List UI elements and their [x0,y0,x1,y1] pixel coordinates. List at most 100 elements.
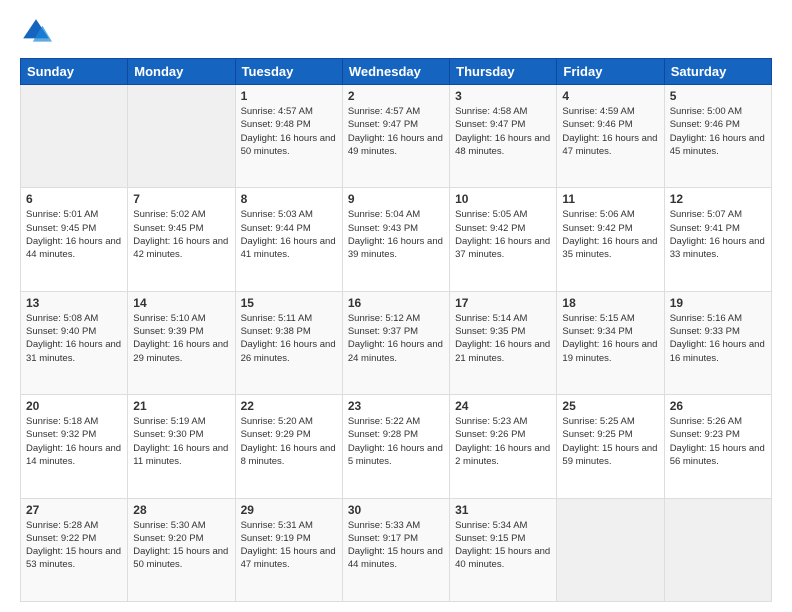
calendar-cell: 26 Sunrise: 5:26 AM Sunset: 9:23 PM Dayli… [664,395,771,498]
day-info: Sunrise: 5:11 AM Sunset: 9:38 PM Dayligh… [241,312,337,365]
day-number: 8 [241,192,337,206]
calendar-cell: 22Sunrise: 5:20 AM Sunset: 9:29 PM Dayli… [235,395,342,498]
day-number: 12 [670,192,766,206]
calendar-cell [21,85,128,188]
calendar-cell: 30 Sunrise: 5:33 AM Sunset: 9:17 PM Dayli… [342,498,449,601]
day-info: Sunrise: 5:10 AM Sunset: 9:39 PM Dayligh… [133,312,229,365]
day-number: 6 [26,192,122,206]
day-info: Sunrise: 5:31 AM Sunset: 9:19 PM Dayligh… [241,519,337,572]
day-number: 19 [670,296,766,310]
calendar-cell [664,498,771,601]
day-info: Sunrise: 5:19 AM Sunset: 9:30 PM Dayligh… [133,415,229,468]
calendar-cell: 27 Sunrise: 5:28 AM Sunset: 9:22 PM Dayli… [21,498,128,601]
day-number: 7 [133,192,229,206]
day-number: 30 [348,503,444,517]
day-info: Sunrise: 5:04 AM Sunset: 9:43 PM Dayligh… [348,208,444,261]
day-info: Sunrise: 5:28 AM Sunset: 9:22 PM Dayligh… [26,519,122,572]
calendar-cell: 23 Sunrise: 5:22 AM Sunset: 9:28 PM Dayli… [342,395,449,498]
day-info: Sunrise: 4:57 AM Sunset: 9:47 PM Dayligh… [348,105,444,158]
day-number: 3 [455,89,551,103]
day-number: 20 [26,399,122,413]
day-info: Sunrise: 5:05 AM Sunset: 9:42 PM Dayligh… [455,208,551,261]
calendar-header-sunday: Sunday [21,59,128,85]
day-number: 13 [26,296,122,310]
calendar-header-thursday: Thursday [450,59,557,85]
day-number: 29 [241,503,337,517]
day-number: 9 [348,192,444,206]
day-info: Sunrise: 5:14 AM Sunset: 9:35 PM Dayligh… [455,312,551,365]
day-info: Sunrise: 5:30 AM Sunset: 9:20 PM Dayligh… [133,519,229,572]
calendar-cell: 18 Sunrise: 5:15 AM Sunset: 9:34 PM Dayli… [557,291,664,394]
calendar-week-4: 20 Sunrise: 5:18 AM Sunset: 9:32 PM Dayli… [21,395,772,498]
calendar-header-row: SundayMondayTuesdayWednesdayThursdayFrid… [21,59,772,85]
calendar-cell: 3 Sunrise: 4:58 AM Sunset: 9:47 PM Daylig… [450,85,557,188]
day-info: Sunrise: 5:01 AM Sunset: 9:45 PM Dayligh… [26,208,122,261]
calendar-cell: 24 Sunrise: 5:23 AM Sunset: 9:26 PM Dayli… [450,395,557,498]
day-number: 16 [348,296,444,310]
day-number: 28 [133,503,229,517]
calendar-cell: 6 Sunrise: 5:01 AM Sunset: 9:45 PM Daylig… [21,188,128,291]
calendar-header-tuesday: Tuesday [235,59,342,85]
calendar-cell: 2 Sunrise: 4:57 AM Sunset: 9:47 PM Daylig… [342,85,449,188]
day-number: 1 [241,89,337,103]
calendar-cell: 31Sunrise: 5:34 AM Sunset: 9:15 PM Dayli… [450,498,557,601]
day-number: 25 [562,399,658,413]
calendar-table: SundayMondayTuesdayWednesdayThursdayFrid… [20,58,772,602]
day-number: 27 [26,503,122,517]
calendar-cell: 17 Sunrise: 5:14 AM Sunset: 9:35 PM Dayli… [450,291,557,394]
day-info: Sunrise: 5:23 AM Sunset: 9:26 PM Dayligh… [455,415,551,468]
calendar-cell: 7 Sunrise: 5:02 AM Sunset: 9:45 PM Daylig… [128,188,235,291]
day-number: 2 [348,89,444,103]
day-info: Sunrise: 4:59 AM Sunset: 9:46 PM Dayligh… [562,105,658,158]
calendar-header-friday: Friday [557,59,664,85]
page: SundayMondayTuesdayWednesdayThursdayFrid… [0,0,792,612]
day-number: 23 [348,399,444,413]
day-info: Sunrise: 5:22 AM Sunset: 9:28 PM Dayligh… [348,415,444,468]
calendar-cell: 14Sunrise: 5:10 AM Sunset: 9:39 PM Dayli… [128,291,235,394]
day-info: Sunrise: 5:00 AM Sunset: 9:46 PM Dayligh… [670,105,766,158]
day-info: Sunrise: 5:02 AM Sunset: 9:45 PM Dayligh… [133,208,229,261]
header [20,16,772,48]
calendar-cell [128,85,235,188]
calendar-cell: 1 Sunrise: 4:57 AM Sunset: 9:48 PM Daylig… [235,85,342,188]
day-info: Sunrise: 5:18 AM Sunset: 9:32 PM Dayligh… [26,415,122,468]
day-info: Sunrise: 5:15 AM Sunset: 9:34 PM Dayligh… [562,312,658,365]
calendar-cell: 10Sunrise: 5:05 AM Sunset: 9:42 PM Dayli… [450,188,557,291]
day-info: Sunrise: 4:58 AM Sunset: 9:47 PM Dayligh… [455,105,551,158]
day-info: Sunrise: 5:25 AM Sunset: 9:25 PM Dayligh… [562,415,658,468]
calendar-cell: 16 Sunrise: 5:12 AM Sunset: 9:37 PM Dayli… [342,291,449,394]
day-info: Sunrise: 5:34 AM Sunset: 9:15 PM Dayligh… [455,519,551,572]
calendar-cell: 28 Sunrise: 5:30 AM Sunset: 9:20 PM Dayli… [128,498,235,601]
day-number: 4 [562,89,658,103]
calendar-header-saturday: Saturday [664,59,771,85]
day-info: Sunrise: 4:57 AM Sunset: 9:48 PM Dayligh… [241,105,337,158]
calendar-cell: 11Sunrise: 5:06 AM Sunset: 9:42 PM Dayli… [557,188,664,291]
day-info: Sunrise: 5:08 AM Sunset: 9:40 PM Dayligh… [26,312,122,365]
calendar-cell: 5 Sunrise: 5:00 AM Sunset: 9:46 PM Daylig… [664,85,771,188]
day-number: 17 [455,296,551,310]
calendar-cell: 25 Sunrise: 5:25 AM Sunset: 9:25 PM Dayli… [557,395,664,498]
calendar-header-monday: Monday [128,59,235,85]
day-info: Sunrise: 5:16 AM Sunset: 9:33 PM Dayligh… [670,312,766,365]
calendar-week-2: 6 Sunrise: 5:01 AM Sunset: 9:45 PM Daylig… [21,188,772,291]
calendar-cell: 13 Sunrise: 5:08 AM Sunset: 9:40 PM Dayli… [21,291,128,394]
calendar-week-1: 1 Sunrise: 4:57 AM Sunset: 9:48 PM Daylig… [21,85,772,188]
day-number: 5 [670,89,766,103]
day-info: Sunrise: 5:33 AM Sunset: 9:17 PM Dayligh… [348,519,444,572]
day-number: 26 [670,399,766,413]
day-info: Sunrise: 5:26 AM Sunset: 9:23 PM Dayligh… [670,415,766,468]
calendar-week-5: 27 Sunrise: 5:28 AM Sunset: 9:22 PM Dayli… [21,498,772,601]
calendar-cell: 29 Sunrise: 5:31 AM Sunset: 9:19 PM Dayli… [235,498,342,601]
day-info: Sunrise: 5:20 AM Sunset: 9:29 PM Dayligh… [241,415,337,468]
day-number: 21 [133,399,229,413]
calendar-header-wednesday: Wednesday [342,59,449,85]
calendar-cell: 8Sunrise: 5:03 AM Sunset: 9:44 PM Daylig… [235,188,342,291]
calendar-cell: 19 Sunrise: 5:16 AM Sunset: 9:33 PM Dayli… [664,291,771,394]
day-info: Sunrise: 5:06 AM Sunset: 9:42 PM Dayligh… [562,208,658,261]
day-info: Sunrise: 5:07 AM Sunset: 9:41 PM Dayligh… [670,208,766,261]
day-number: 24 [455,399,551,413]
day-number: 18 [562,296,658,310]
day-info: Sunrise: 5:12 AM Sunset: 9:37 PM Dayligh… [348,312,444,365]
calendar-cell: 4 Sunrise: 4:59 AM Sunset: 9:46 PM Daylig… [557,85,664,188]
calendar-week-3: 13 Sunrise: 5:08 AM Sunset: 9:40 PM Dayli… [21,291,772,394]
